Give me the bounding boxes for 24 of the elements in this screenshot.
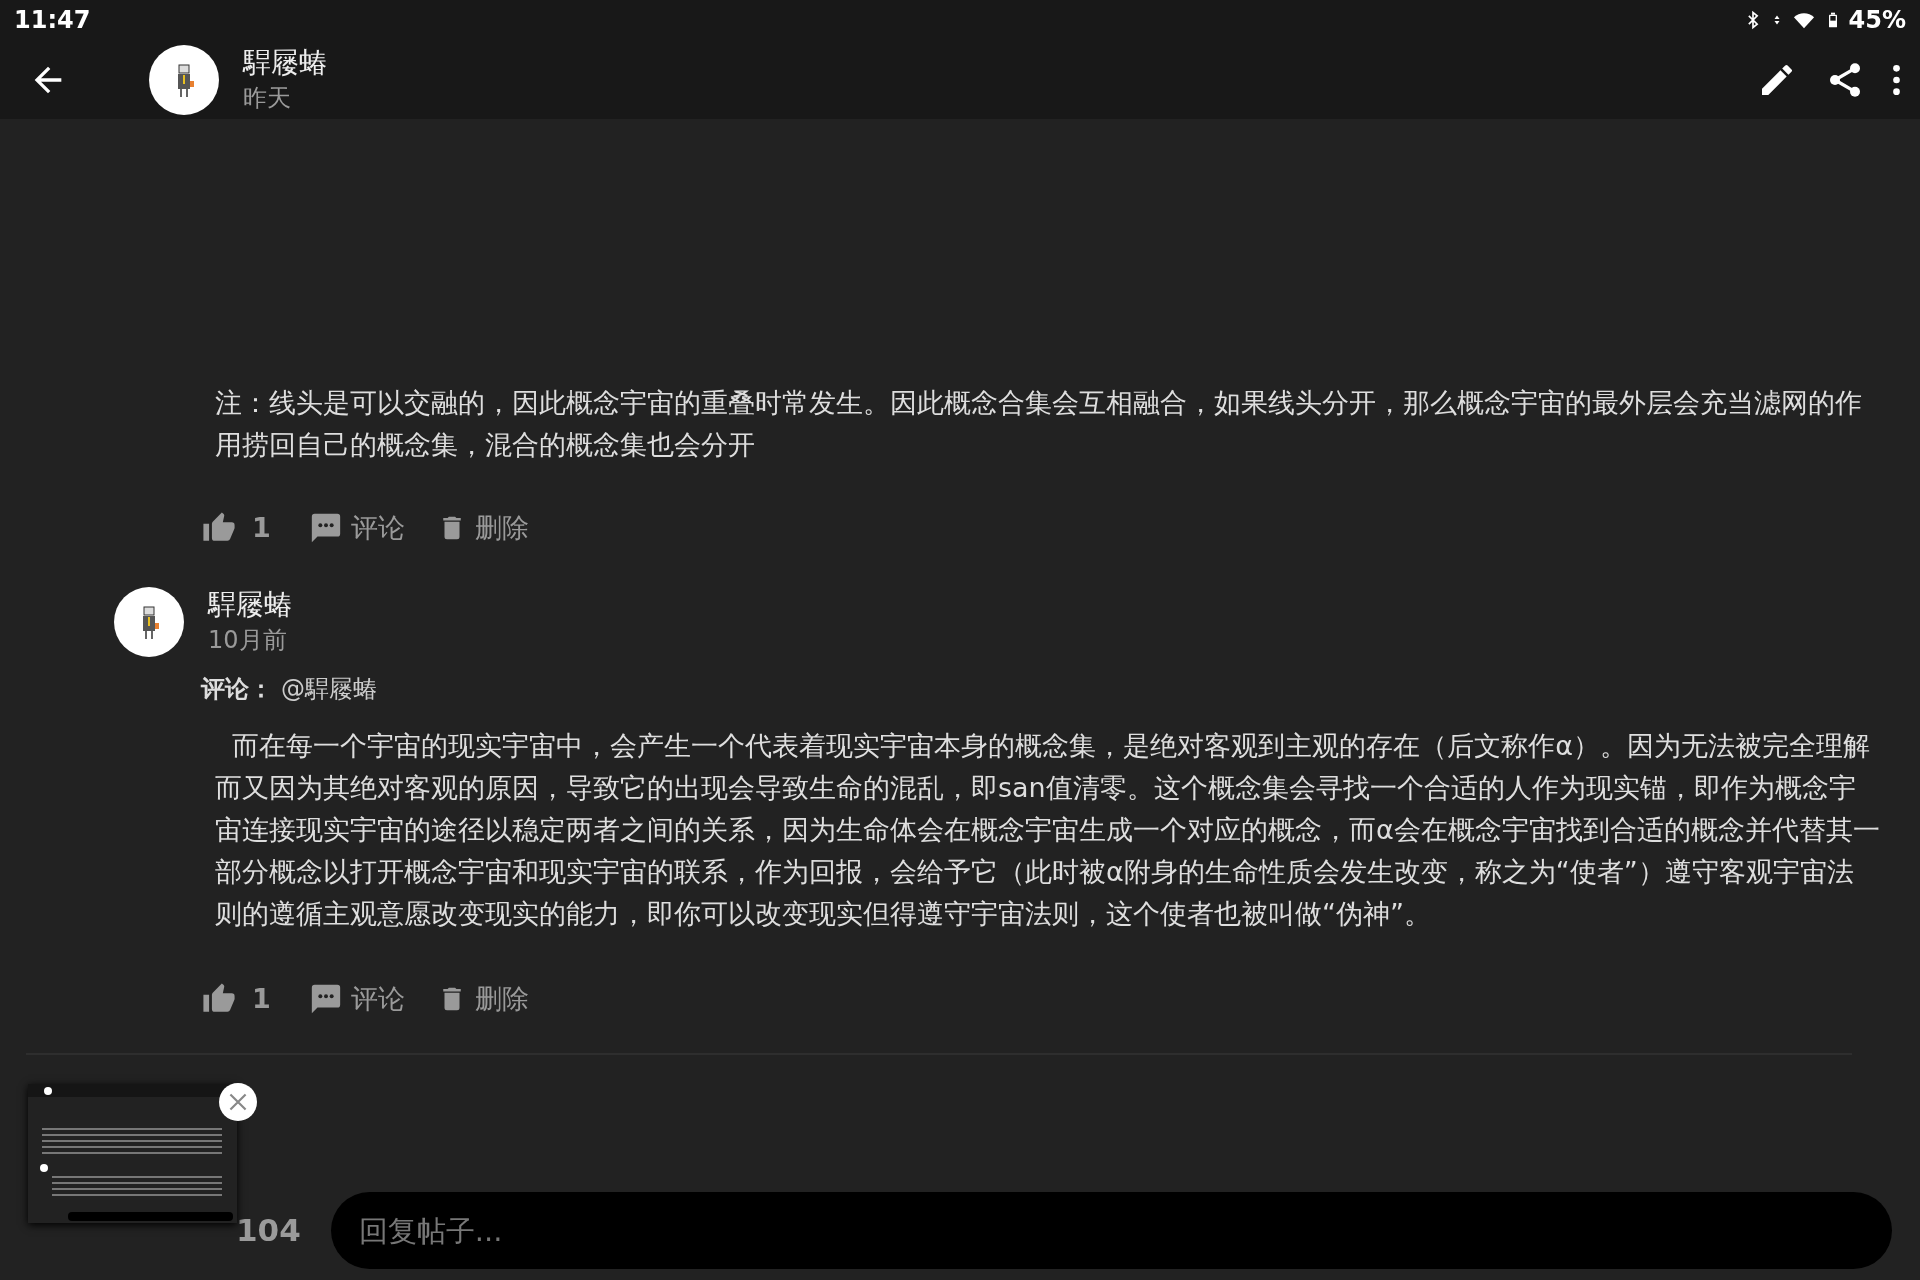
delete-button[interactable]: 删除 [436, 978, 529, 1019]
avatar-icon [149, 44, 219, 115]
comment-text: 而在每一个宇宙的现实宇宙中，会产生一个代表着现实宇宙本身的概念集，是绝对客观到主观的存在（后文称作α）。因为无法被完全理解而又因为其绝对客观的原因，导致它的出现会导致生命的混乱，即san值清零。这个概念集会寻找一个合适的人作为现实锚，即作为概念宇宙连接现实宇宙的途径以稳定两者之间的关系，因为生命体会在概念宇宙生成一个对应的概念，而α会在概念宇宙找到合适的概念并代替其一部分概念以打开概念宇宙和现实宇宙的联系，作为回报，会给予它（此时被α附身的生命性质会发生改变，称之为“使者”）遵守客观宇宙法则的遵循主观意愿改变现实的能力，即你可以改变现实但得遵守宇宙法则，这个使者也被叫做“伪神”。 [215, 728, 1880, 931]
like-button[interactable]: 1 [202, 508, 271, 549]
author-name: 駻屦蝽 [243, 45, 327, 82]
avatar-icon [114, 586, 184, 657]
mention-link[interactable]: @駻屦蝽 [281, 670, 377, 707]
post-text: 注：线头是可以交融的，因此概念宇宙的重叠时常发生。因此概念合集会互相融合，如果线头分开，那么概念宇宙的最外层会充当滤网的作用捞回自己的概念集，混合的概念集也会分开 [215, 386, 1863, 462]
like-button[interactable]: 1 [202, 978, 271, 1019]
more-icon [1893, 64, 1900, 95]
comment-button[interactable]: 评论 [308, 508, 405, 549]
status-time: 11:47 [14, 5, 91, 36]
commenter-name: 駻屦蝽 [208, 587, 292, 624]
close-button[interactable] [219, 1083, 257, 1121]
post-time: 昨天 [243, 82, 292, 114]
reply-field[interactable]: 回复帖子... [330, 1192, 1892, 1269]
more-options-button[interactable] [1893, 64, 1900, 95]
favorite-count: 104 [236, 1211, 301, 1251]
comment-button[interactable]: 评论 [308, 978, 405, 1019]
reply-label: 评论： [201, 673, 273, 705]
delete-button[interactable]: 删除 [436, 508, 529, 549]
battery-level: 45% [1848, 5, 1906, 36]
screenshot-preview[interactable] [28, 1084, 237, 1223]
comment-time: 10月前 [208, 624, 288, 656]
